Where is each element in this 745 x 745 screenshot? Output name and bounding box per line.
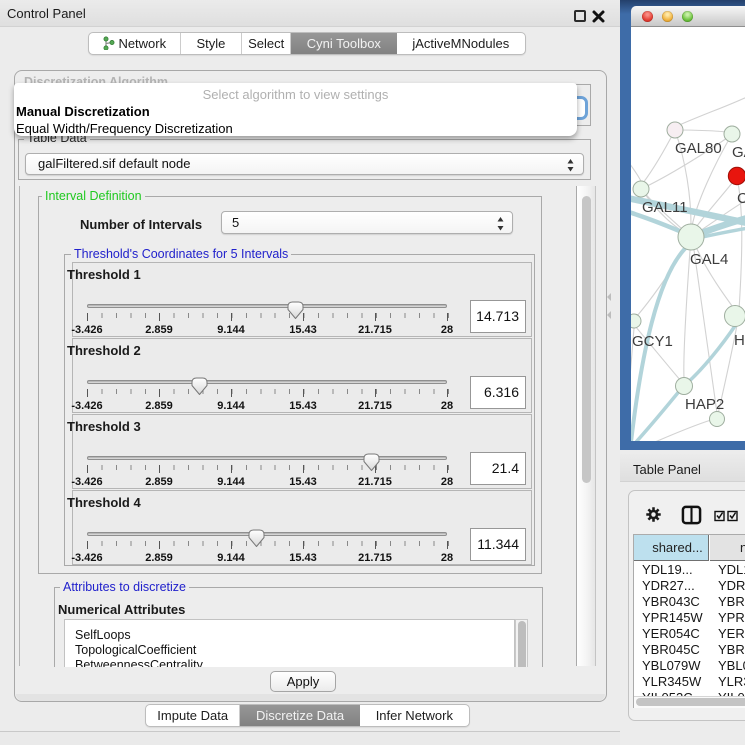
svg-text:GA: GA	[732, 144, 745, 161]
svg-text:C: C	[737, 190, 745, 207]
svg-text:GAL4: GAL4	[690, 251, 728, 268]
svg-text:GCY1: GCY1	[632, 333, 673, 350]
svg-text:HAP2: HAP2	[685, 396, 724, 413]
svg-text:H: H	[734, 332, 745, 349]
svg-text:GAL11: GAL11	[642, 199, 688, 216]
svg-text:GAL80: GAL80	[675, 140, 722, 157]
